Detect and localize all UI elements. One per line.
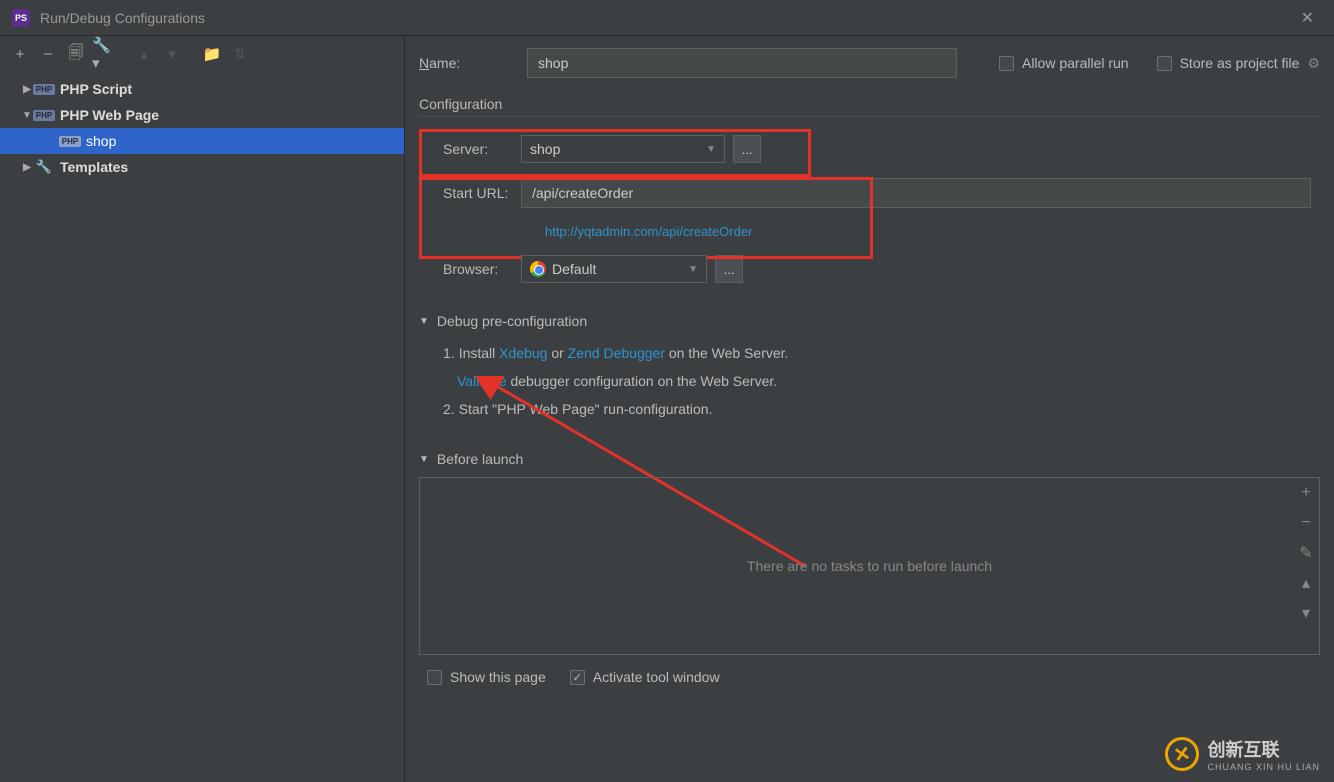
checkbox-icon: ✓ [570, 670, 585, 685]
configuration-section-title: Configuration [419, 96, 1320, 117]
tree-item-php-script[interactable]: ▶ PHP PHP Script [0, 76, 404, 102]
debug-steps: 1.Install Xdebug or Zend Debugger on the… [419, 339, 1320, 423]
move-task-up-button[interactable]: ▴ [1295, 572, 1317, 594]
edit-task-button[interactable]: ✎ [1295, 542, 1317, 564]
section-label: Before launch [437, 451, 523, 467]
tree-label: shop [86, 133, 116, 149]
expand-icon: ▶ [20, 84, 34, 95]
tree-item-templates[interactable]: ▶ 🔧 Templates [0, 154, 404, 180]
start-url-label: Start URL: [443, 185, 521, 201]
copy-config-button[interactable]: 🗐 [64, 42, 88, 66]
before-launch-header[interactable]: ▼ Before launch [419, 451, 1320, 467]
browser-label: Browser: [443, 261, 521, 277]
checkbox-label: Store as project file [1180, 55, 1300, 71]
checkbox-icon [427, 670, 442, 685]
tree-item-php-web-page[interactable]: ▼ PHP PHP Web Page [0, 102, 404, 128]
config-toolbar: + − 🗐 🔧▾ ▴ ▾ 📁 ⇅ [0, 36, 404, 72]
sidebar: + − 🗐 🔧▾ ▴ ▾ 📁 ⇅ ▶ PHP PHP Script ▼ PHP … [0, 36, 405, 782]
checkbox-icon [999, 56, 1014, 71]
sort-button[interactable]: ⇅ [228, 42, 252, 66]
main-panel: Name: Allow parallel run Store as projec… [405, 36, 1334, 782]
tree-label: PHP Web Page [60, 107, 159, 123]
php-icon: PHP [60, 133, 80, 149]
close-button[interactable]: ✕ [1293, 4, 1322, 32]
remove-config-button[interactable]: − [36, 42, 60, 66]
php-icon: PHP [34, 107, 54, 123]
chevron-down-icon: ▼ [688, 264, 698, 275]
server-label: Server: [443, 141, 521, 157]
name-input[interactable] [527, 48, 957, 78]
collapse-icon: ▼ [419, 454, 429, 465]
move-task-down-button[interactable]: ▾ [1295, 602, 1317, 624]
tree-label: Templates [60, 159, 128, 175]
edit-defaults-button[interactable]: 🔧▾ [92, 42, 116, 66]
browser-browse-button[interactable]: ... [715, 255, 743, 283]
collapse-icon: ▼ [20, 110, 34, 121]
start-url-input[interactable] [521, 178, 1311, 208]
select-value: Default [552, 261, 596, 277]
server-browse-button[interactable]: ... [733, 135, 761, 163]
tree-item-shop[interactable]: PHP shop [0, 128, 404, 154]
config-tree: ▶ PHP PHP Script ▼ PHP PHP Web Page PHP … [0, 72, 404, 782]
xdebug-link[interactable]: Xdebug [499, 345, 547, 361]
section-label: Debug pre-configuration [437, 313, 587, 329]
chrome-icon [530, 261, 546, 277]
before-launch-list: There are no tasks to run before launch … [419, 477, 1320, 655]
collapse-icon: ▼ [419, 316, 429, 327]
folder-button[interactable]: 📁 [200, 42, 224, 66]
validate-link[interactable]: Validate [457, 373, 507, 389]
server-select[interactable]: shop ▼ [521, 135, 725, 163]
full-url-link[interactable]: http://yqtadmin.com/api/createOrder [545, 224, 752, 239]
checkbox-label: Show this page [450, 669, 546, 685]
watermark-sub: CHUANG XIN HU LIAN [1207, 762, 1320, 772]
move-up-button[interactable]: ▴ [132, 42, 156, 66]
add-task-button[interactable]: + [1295, 482, 1317, 504]
window-title: Run/Debug Configurations [40, 10, 205, 26]
checkbox-icon [1157, 56, 1172, 71]
add-config-button[interactable]: + [8, 42, 32, 66]
gear-icon[interactable]: ⚙ [1307, 55, 1320, 72]
show-this-page-checkbox[interactable]: Show this page [427, 669, 546, 685]
tree-label: PHP Script [60, 81, 132, 97]
watermark-icon: ✕ [1163, 734, 1202, 773]
title-bar: PS Run/Debug Configurations ✕ [0, 0, 1334, 36]
store-project-file-checkbox[interactable]: Store as project file ⚙ [1157, 55, 1320, 72]
app-icon: PS [12, 9, 30, 27]
php-icon: PHP [34, 81, 54, 97]
empty-message: There are no tasks to run before launch [747, 558, 992, 574]
debug-preconfig-header[interactable]: ▼ Debug pre-configuration [419, 313, 1320, 329]
checkbox-label: Allow parallel run [1022, 55, 1129, 71]
debug-step-validate: Validate debugger configuration on the W… [443, 367, 1320, 395]
checkbox-label: Activate tool window [593, 669, 720, 685]
debug-step-1: 1.Install Xdebug or Zend Debugger on the… [443, 339, 1320, 367]
expand-icon: ▶ [20, 162, 34, 173]
debug-step-2: 2.Start "PHP Web Page" run-configuration… [443, 395, 1320, 423]
select-value: shop [530, 141, 560, 157]
name-label: Name: [419, 55, 527, 71]
zend-link[interactable]: Zend Debugger [568, 345, 665, 361]
move-down-button[interactable]: ▾ [160, 42, 184, 66]
wrench-icon: 🔧 [34, 159, 54, 175]
chevron-down-icon: ▼ [706, 144, 716, 155]
activate-tool-window-checkbox[interactable]: ✓ Activate tool window [570, 669, 720, 685]
browser-select[interactable]: Default ▼ [521, 255, 707, 283]
watermark: ✕ 创新互联 CHUANG XIN HU LIAN [1165, 736, 1320, 772]
allow-parallel-checkbox[interactable]: Allow parallel run [999, 55, 1129, 71]
watermark-brand: 创新互联 [1207, 740, 1279, 760]
remove-task-button[interactable]: − [1295, 512, 1317, 534]
